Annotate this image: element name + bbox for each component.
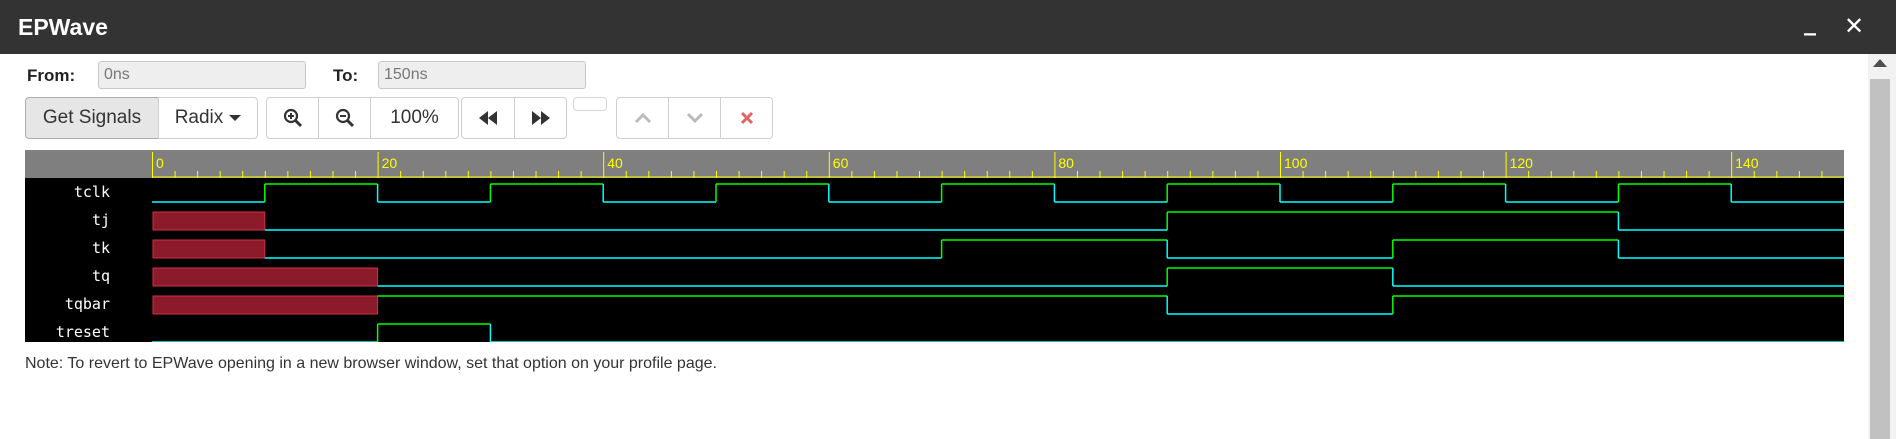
chevron-up-icon xyxy=(634,112,651,124)
fast-forward-icon xyxy=(531,111,550,125)
remove-signal-button[interactable] xyxy=(720,97,773,139)
minimize-icon[interactable]: _ xyxy=(1804,8,1816,36)
radix-label: Radix xyxy=(174,107,224,128)
window-title: EPWave xyxy=(18,14,108,40)
signal-order-button-group xyxy=(616,97,773,139)
signals-button-group: Get Signals Radix xyxy=(25,97,258,139)
zoom-in-icon xyxy=(283,108,302,128)
zoom-button-group: 100% xyxy=(266,97,459,139)
previous-edge-button[interactable] xyxy=(461,97,515,139)
signal-tqbar-unknown xyxy=(152,295,379,315)
close-icon[interactable]: ✕ xyxy=(1844,12,1864,40)
caret-down-icon xyxy=(229,115,242,121)
to-input[interactable] xyxy=(378,61,586,89)
signal-name-tj: tj xyxy=(92,211,110,229)
radix-dropdown[interactable]: Radix xyxy=(158,97,258,139)
from-input[interactable] xyxy=(98,61,306,89)
signal-name-treset: treset xyxy=(56,323,110,341)
zoom-in-button[interactable] xyxy=(266,97,319,139)
signal-tj-unknown xyxy=(152,211,266,231)
signal-name-tqbar: tqbar xyxy=(65,295,110,313)
time-label: 80 xyxy=(1058,155,1074,171)
time-label: 20 xyxy=(382,155,398,171)
to-label: To: xyxy=(333,66,359,85)
move-down-button[interactable] xyxy=(668,97,721,139)
zoom-level-button[interactable]: 100% xyxy=(370,97,459,139)
signal-tq-unknown xyxy=(152,267,379,287)
signal-name-tclk: tclk xyxy=(74,183,110,201)
zoom-out-icon xyxy=(335,108,354,128)
rewind-icon xyxy=(479,111,497,125)
navigation-button-group xyxy=(461,97,567,139)
window-titlebar: EPWave _ ✕ xyxy=(0,0,1896,54)
scroll-up-icon[interactable] xyxy=(1873,59,1887,67)
signal-name-tq: tq xyxy=(92,267,110,285)
time-label: 40 xyxy=(607,155,623,171)
waveform-viewer[interactable]: 0 20 40 60 80 100 120 140 tclk tj tk tq tqbar treset xyxy=(25,150,1844,342)
time-label: 60 xyxy=(833,155,849,171)
time-label: 100 xyxy=(1284,155,1308,171)
scrollbar-thumb[interactable] xyxy=(1870,79,1890,439)
time-label: 0 xyxy=(156,155,164,171)
get-signals-button[interactable]: Get Signals xyxy=(25,97,159,139)
chevron-down-icon xyxy=(686,112,703,124)
time-label: 120 xyxy=(1510,155,1534,171)
time-ruler xyxy=(25,150,1844,178)
move-up-button[interactable] xyxy=(616,97,669,139)
zoom-out-button[interactable] xyxy=(318,97,371,139)
signal-tk-unknown xyxy=(152,239,266,259)
blank-button[interactable] xyxy=(573,97,607,111)
from-label: From: xyxy=(27,66,76,85)
delete-icon xyxy=(740,111,753,125)
signal-name-tk: tk xyxy=(92,239,110,257)
next-edge-button[interactable] xyxy=(514,97,567,139)
note-text: Note: To revert to EPWave opening in a n… xyxy=(25,355,717,372)
time-label: 140 xyxy=(1735,155,1759,171)
